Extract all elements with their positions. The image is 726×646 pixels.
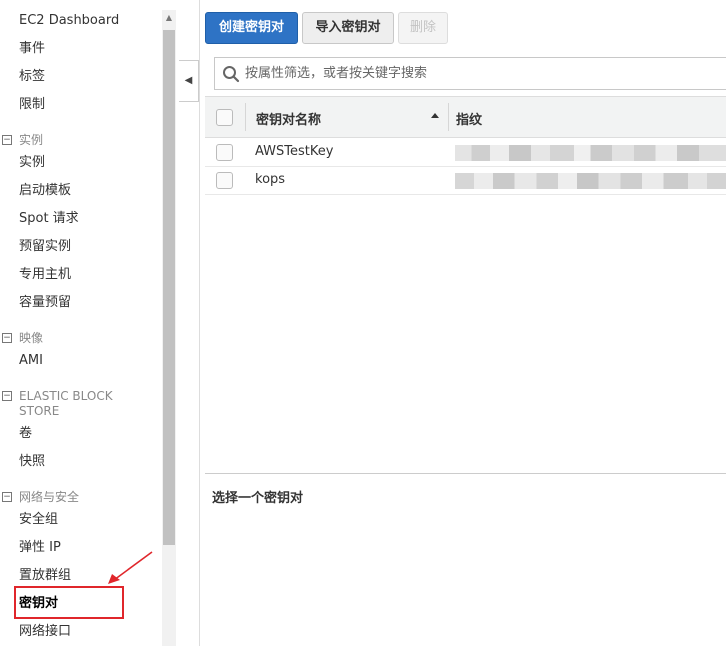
column-header-key-pair-name[interactable]: 密钥对名称	[256, 109, 321, 128]
column-header-fingerprint[interactable]: 指纹	[456, 109, 482, 128]
sidebar-section-title: ELASTIC BLOCK STORE	[19, 389, 113, 418]
sidebar-item-security-groups[interactable]: 安全组	[19, 512, 58, 528]
sidebar-item-dedicated-hosts[interactable]: 专用主机	[19, 267, 71, 283]
key-pair-name: kops	[255, 172, 286, 187]
scrollbar-thumb[interactable]	[163, 30, 175, 545]
sidebar-item-network-interfaces[interactable]: 网络接口	[19, 624, 71, 640]
sidebar-item-spot-requests[interactable]: Spot 请求	[19, 211, 79, 227]
collapse-icon[interactable]: −	[2, 333, 12, 343]
detail-pane-divider[interactable]	[205, 473, 726, 474]
column-separator	[448, 103, 449, 131]
search-icon	[223, 66, 240, 83]
sidebar-item-volumes[interactable]: 卷	[19, 426, 32, 442]
sidebar-item-instances[interactable]: 实例	[19, 155, 45, 171]
sidebar-scrollbar[interactable]: ▲	[162, 10, 176, 646]
sidebar-item-placement-groups[interactable]: 置放群组	[19, 568, 71, 584]
row-checkbox[interactable]	[216, 144, 233, 161]
sidebar-item-events[interactable]: 事件	[19, 41, 45, 57]
table-row[interactable]: kops	[205, 167, 726, 195]
scroll-up-icon[interactable]: ▲	[162, 10, 176, 26]
annotation-highlight-box	[14, 586, 124, 619]
sidebar-item-elastic-ips[interactable]: 弹性 IP	[19, 540, 61, 556]
fingerprint-redacted	[455, 145, 726, 161]
sort-ascending-icon	[431, 113, 439, 118]
sidebar-item-tags[interactable]: 标签	[19, 69, 45, 85]
delete-button[interactable]: 删除	[398, 12, 448, 44]
chevron-left-icon: ◀	[184, 75, 193, 86]
create-key-pair-button[interactable]: 创建密钥对	[205, 12, 298, 44]
search-bar[interactable]	[214, 57, 726, 90]
detail-pane-title: 选择一个密钥对	[212, 491, 304, 506]
table-header: 密钥对名称 指纹	[205, 96, 726, 138]
key-pair-name: AWSTestKey	[255, 144, 334, 159]
sidebar-item-launch-templates[interactable]: 启动模板	[19, 183, 71, 199]
sidebar-item-capacity-reservations[interactable]: 容量预留	[19, 295, 71, 311]
sidebar-item-limits[interactable]: 限制	[19, 97, 45, 113]
search-input[interactable]	[245, 58, 725, 89]
import-key-pair-button[interactable]: 导入密钥对	[302, 12, 394, 44]
sidebar-section-title: 映像	[19, 331, 44, 345]
annotation-arrow-icon	[108, 551, 153, 584]
column-separator	[245, 103, 246, 131]
row-checkbox[interactable]	[216, 172, 233, 189]
collapse-icon[interactable]: −	[2, 391, 12, 401]
sidebar-item-ami[interactable]: AMI	[19, 353, 43, 369]
sidebar-item-reserved-instances[interactable]: 预留实例	[19, 239, 71, 255]
fingerprint-redacted	[455, 173, 726, 189]
collapse-icon[interactable]: −	[2, 135, 12, 145]
sidebar-section-title: 网络与安全	[19, 490, 80, 504]
sidebar-item-ec2-dashboard[interactable]: EC2 Dashboard	[19, 13, 119, 29]
select-all-checkbox[interactable]	[216, 109, 233, 126]
table-row[interactable]: AWSTestKey	[205, 139, 726, 167]
collapse-icon[interactable]: −	[2, 492, 12, 502]
panel-divider	[199, 0, 200, 646]
sidebar-item-snapshots[interactable]: 快照	[19, 454, 45, 470]
sidebar-section-title: 实例	[19, 133, 44, 147]
collapse-sidebar-button[interactable]: ◀	[179, 60, 199, 102]
